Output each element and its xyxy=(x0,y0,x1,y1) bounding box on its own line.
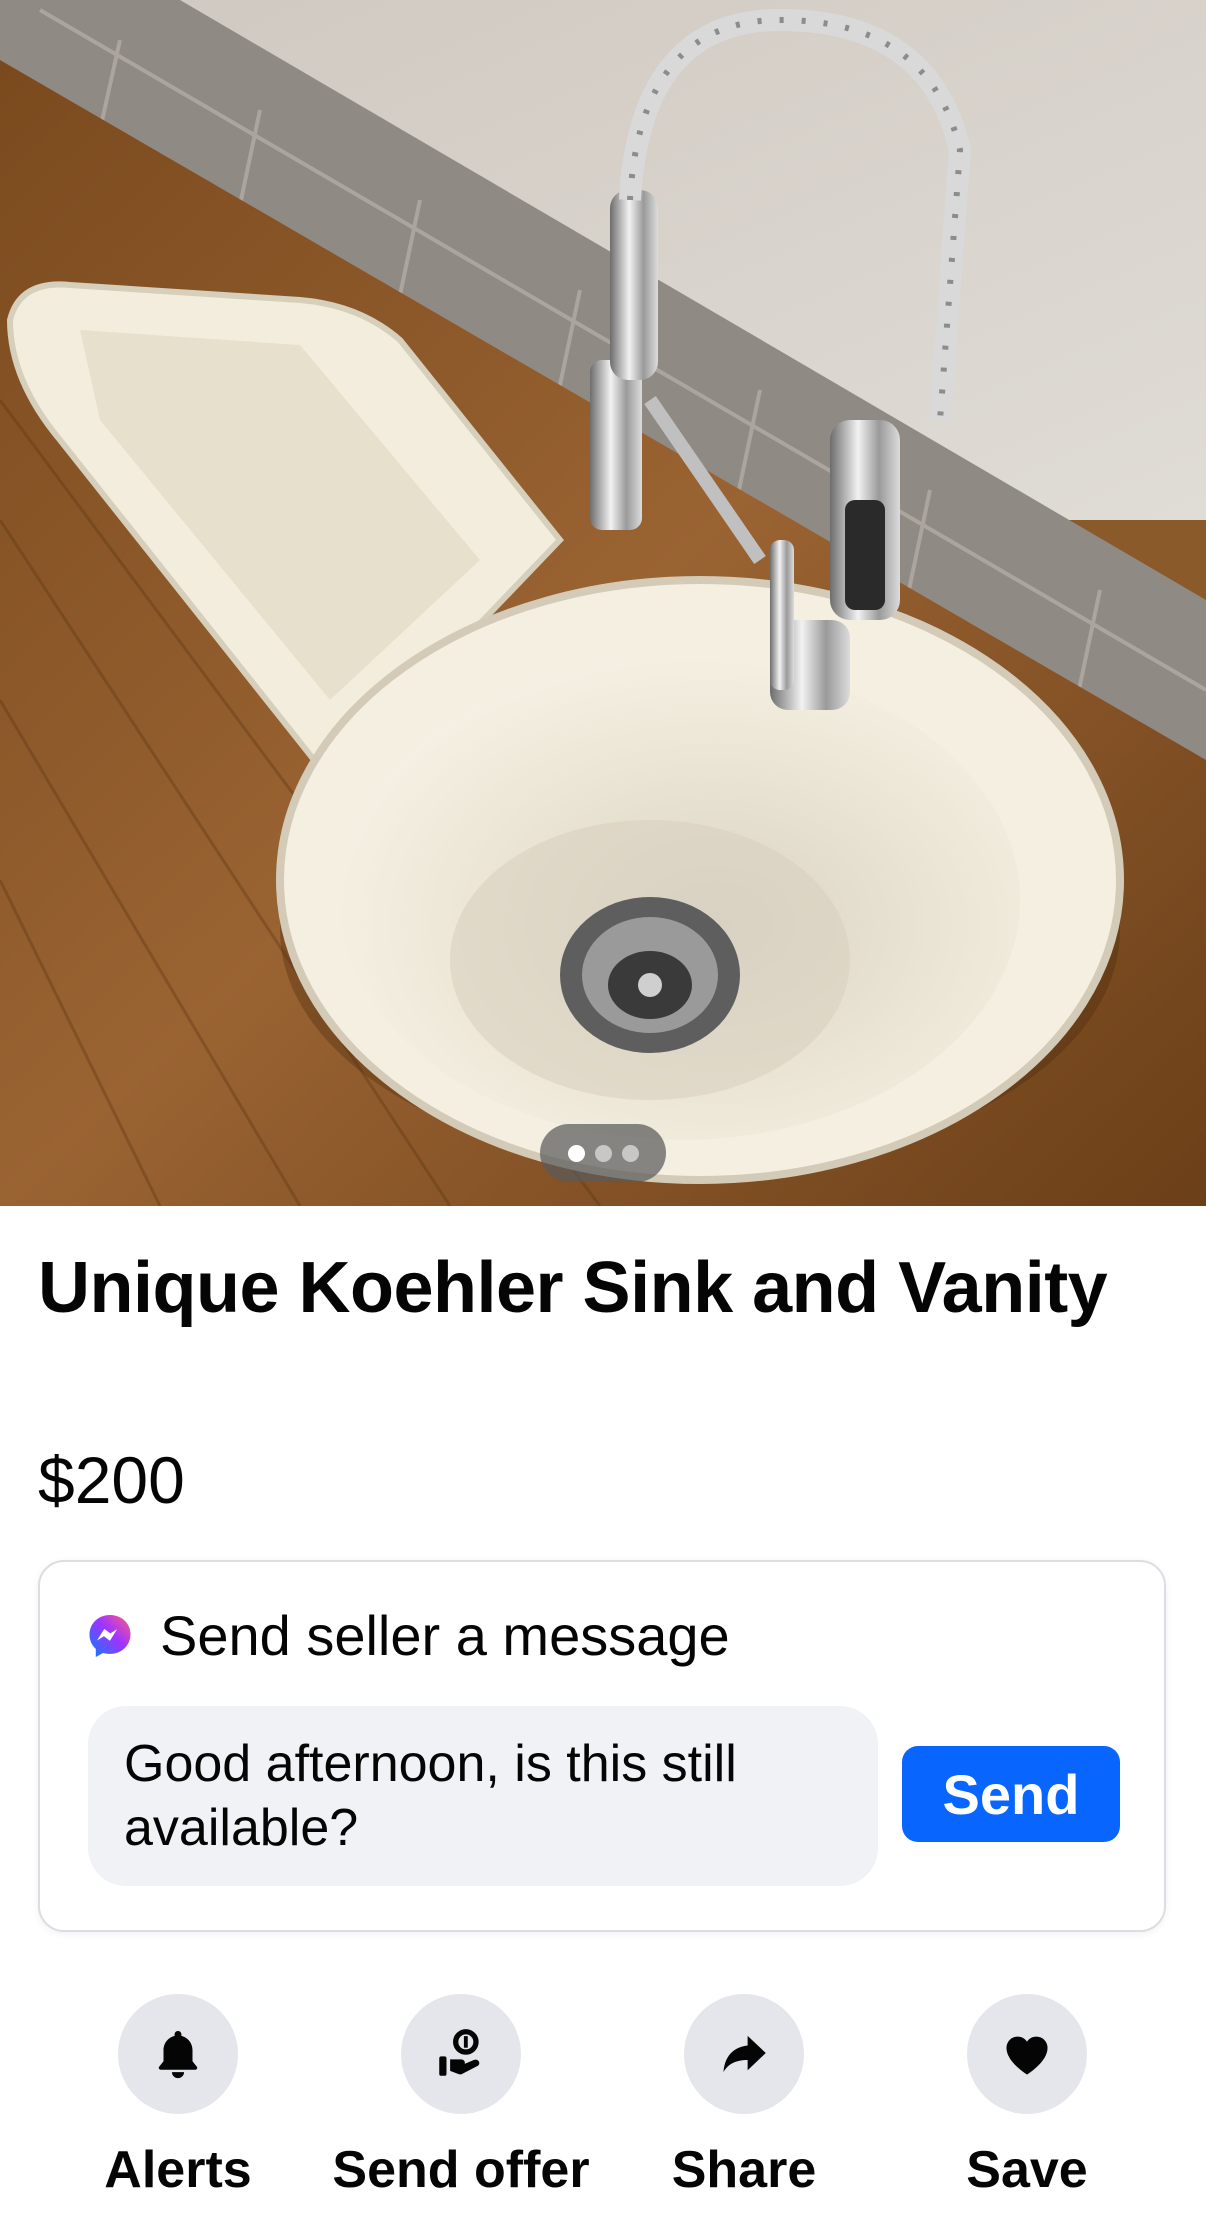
share-arrow-icon xyxy=(723,2035,766,2073)
send-offer-circle xyxy=(401,1994,521,2114)
offer-icon xyxy=(439,2029,480,2076)
share-circle xyxy=(684,1994,804,2114)
photo-pager[interactable] xyxy=(540,1124,666,1182)
alerts-circle xyxy=(118,1994,238,2114)
listing-price: $200 xyxy=(38,1443,185,1517)
message-input[interactable]: Good afternoon, is this still available? xyxy=(88,1706,878,1886)
save-label: Save xyxy=(966,2141,1088,2199)
send-offer-button[interactable]: Send offer xyxy=(311,1994,611,2202)
listing-title: Unique Koehler Sink and Vanity xyxy=(38,1248,1108,1328)
messenger-icon xyxy=(89,1615,131,1657)
pager-dot xyxy=(621,1144,639,1162)
alerts-button[interactable]: Alerts xyxy=(28,1994,328,2202)
save-circle xyxy=(967,1994,1087,2114)
listing-photo[interactable] xyxy=(0,0,1206,1206)
pager-dot-active xyxy=(567,1144,585,1162)
sink-photo-image xyxy=(0,0,1206,1206)
message-card-title: Send seller a message xyxy=(160,1604,730,1667)
alerts-label: Alerts xyxy=(104,2141,252,2199)
listing-actions-bar: Alerts Send offer Share Save xyxy=(0,1994,1206,2199)
heart-icon xyxy=(1006,2036,1048,2075)
bell-icon xyxy=(158,2031,198,2079)
send-button[interactable]: Send xyxy=(902,1746,1120,1842)
share-button[interactable]: Share xyxy=(594,1994,894,2202)
send-offer-label: Send offer xyxy=(332,2141,590,2199)
save-button[interactable]: Save xyxy=(877,1994,1177,2202)
message-seller-card: Send seller a message Good afternoon, is… xyxy=(38,1560,1166,1932)
message-card-header: Send seller a message xyxy=(86,1604,730,1668)
pager-dot xyxy=(594,1144,612,1162)
share-label: Share xyxy=(671,2141,817,2199)
